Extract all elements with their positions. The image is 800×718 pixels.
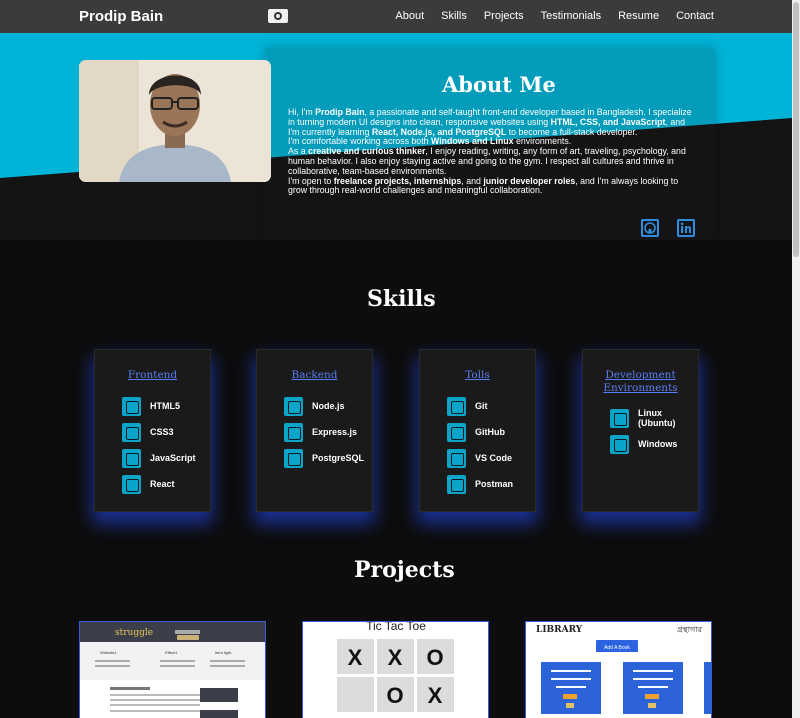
skill-item: Postman — [447, 474, 513, 494]
add-book-button: Add A Book — [604, 645, 630, 651]
skill-card-backend: Backend Node.js Express.js PostgreSQL — [256, 349, 373, 512]
skill-label: Git — [475, 401, 488, 411]
nodejs-icon — [284, 396, 303, 416]
profile-photo — [79, 60, 271, 182]
skill-label: VS Code — [475, 453, 513, 463]
board-cell: X — [348, 645, 363, 670]
postgresql-icon — [284, 448, 303, 468]
about-paragraph: I'm open to freelance projects, internsh… — [288, 175, 679, 196]
skill-label: GitHub — [475, 427, 505, 437]
skill-card-title-line: Development — [605, 369, 676, 381]
project-preview: LIBRARY গ্রন্থাগার Add A Book — [526, 622, 711, 718]
github-icon[interactable] — [641, 219, 659, 237]
skill-label: Express.js — [312, 427, 358, 437]
skill-label: PostgreSQL — [312, 453, 365, 463]
skills-title: Skills — [367, 286, 436, 312]
board-cell: X — [428, 683, 443, 708]
skill-label: Postman — [475, 479, 514, 489]
about-title: About Me — [442, 72, 556, 97]
nav-link-contact[interactable]: Contact — [676, 10, 714, 22]
skill-item: Git — [447, 396, 488, 416]
project-card-tic-tac-toe[interactable]: Tic Tac Toe X X O O X — [302, 621, 489, 718]
navbar: Prodip Bain About Skills Projects Testim… — [0, 0, 792, 33]
project-preview-column: Website1 — [100, 650, 117, 655]
skill-item: Windows — [610, 434, 677, 454]
skill-card-title[interactable]: Frontend — [95, 369, 210, 382]
skill-item: PostgreSQL — [284, 448, 364, 468]
javascript-icon — [122, 448, 141, 468]
skill-item: GitHub — [447, 422, 505, 442]
board-cell: O — [386, 683, 403, 708]
project-preview: struggle Website1 Effect1 Item light — [80, 622, 265, 718]
nav-link-resume[interactable]: Resume — [618, 10, 659, 22]
project-preview: Tic Tac Toe X X O O X — [303, 622, 488, 718]
skill-card-title[interactable]: Backend — [257, 369, 372, 382]
project-card-struggle[interactable]: struggle Website1 Effect1 Item light — [79, 621, 266, 718]
nav-link-about[interactable]: About — [395, 10, 424, 22]
skill-label: React — [150, 479, 175, 489]
css3-icon — [122, 422, 141, 442]
nav-link-skills[interactable]: Skills — [441, 10, 467, 22]
skill-card-title-line: Environments — [603, 382, 678, 394]
nav-link-testimonials[interactable]: Testimonials — [541, 10, 602, 22]
brand-name[interactable]: Prodip Bain — [79, 8, 163, 25]
skill-label: Linux (Ubuntu) — [638, 408, 676, 428]
git-icon — [447, 396, 466, 416]
about-paragraph: Hi, I'm Prodip Bain, a passionate and se… — [288, 107, 692, 137]
skill-card-title[interactable]: Tolls — [420, 369, 535, 382]
html5-icon — [122, 396, 141, 416]
theme-icon — [274, 12, 282, 20]
project-preview-title-alt: গ্রন্থাগার — [677, 625, 703, 634]
board-cell: O — [426, 645, 443, 670]
skill-label: JavaScript — [150, 453, 196, 463]
skill-card-frontend: Frontend HTML5 CSS3 JavaScript React — [94, 349, 211, 512]
skill-card-title[interactable]: Development Environments — [583, 369, 698, 395]
scrollbar[interactable] — [792, 0, 800, 718]
react-icon — [122, 474, 141, 494]
github-icon — [447, 422, 466, 442]
linkedin-icon[interactable] — [677, 219, 695, 237]
project-preview-title: struggle — [115, 628, 153, 638]
skill-item: CSS3 — [122, 422, 174, 442]
skill-item: JavaScript — [122, 448, 196, 468]
skill-item: VS Code — [447, 448, 512, 468]
skill-item: Node.js — [284, 396, 345, 416]
skill-item: HTML5 — [122, 396, 180, 416]
project-preview-column: Item light — [215, 650, 232, 655]
project-preview-column: Effect1 — [165, 650, 178, 655]
linux-icon — [610, 408, 629, 428]
skill-card-tools: Tolls Git GitHub VS Code Postman — [419, 349, 536, 512]
skill-item: React — [122, 474, 175, 494]
skill-item: Express.js — [284, 422, 357, 442]
skill-item: Linux (Ubuntu) — [610, 408, 698, 428]
projects-title: Projects — [354, 557, 455, 583]
nav-link-projects[interactable]: Projects — [484, 10, 524, 22]
skill-label: CSS3 — [150, 427, 174, 437]
skill-label: Node.js — [312, 401, 345, 411]
project-preview-title: LIBRARY — [536, 625, 583, 635]
project-card-library[interactable]: LIBRARY গ্রন্থাগার Add A Book — [525, 621, 712, 718]
scrollbar-thumb[interactable] — [793, 2, 799, 257]
skill-label: Windows — [638, 439, 678, 449]
about-paragraph: As a creative and curious thinker, I enj… — [288, 146, 686, 176]
vscode-icon — [447, 448, 466, 468]
skill-card-environments: Development Environments Linux (Ubuntu) … — [582, 349, 699, 512]
theme-toggle-button[interactable] — [268, 9, 288, 23]
about-description: Hi, I'm Prodip Bain, a passionate and se… — [288, 107, 698, 196]
about-section: About Me Hi, I'm Prodip Bain, a passiona… — [0, 33, 792, 240]
project-preview-title: Tic Tac Toe — [366, 622, 426, 633]
windows-icon — [610, 434, 629, 454]
postman-icon — [447, 474, 466, 494]
express-icon — [284, 422, 303, 442]
skill-label: HTML5 — [150, 401, 180, 411]
board-cell: X — [388, 645, 403, 670]
nav-links: About Skills Projects Testimonials Resum… — [395, 10, 714, 22]
